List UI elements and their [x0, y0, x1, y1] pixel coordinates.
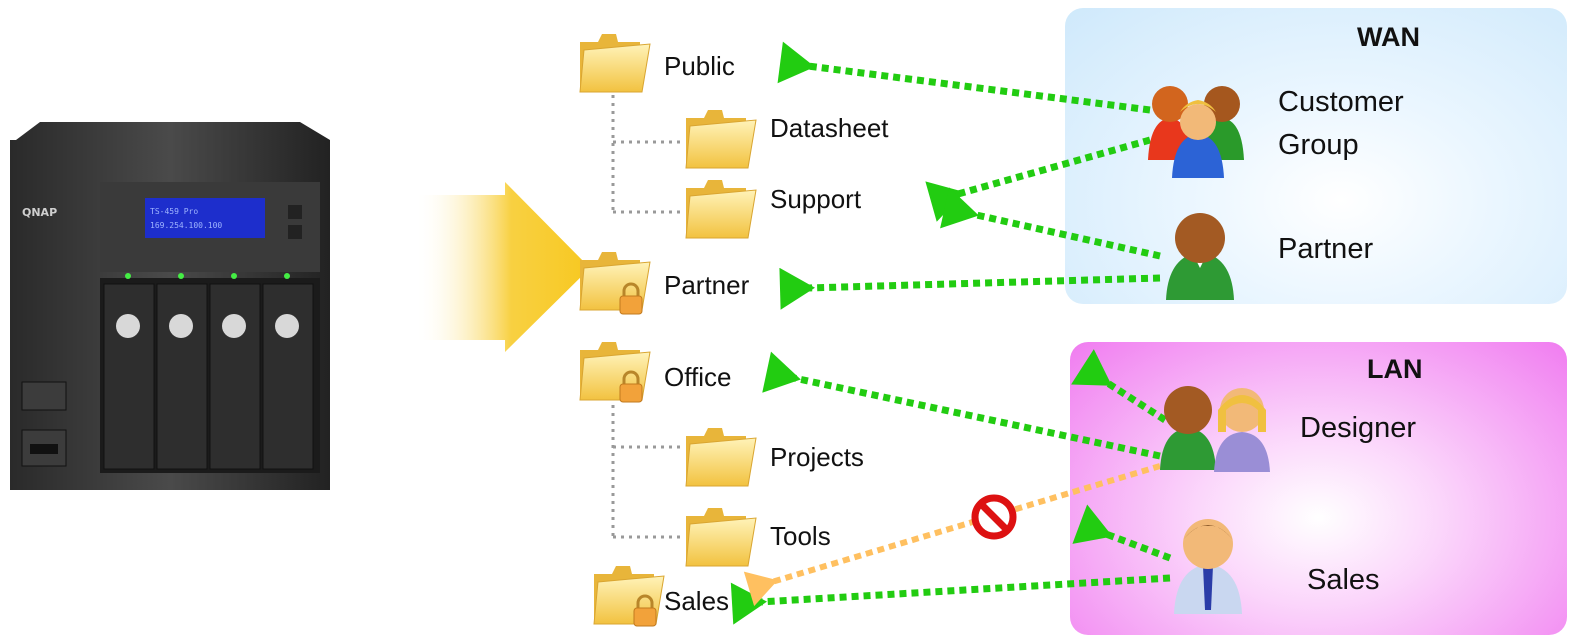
arrow-sales-sales — [730, 574, 1171, 625]
designer-label: Designer — [1300, 412, 1417, 444]
customer-group-label-line1: Customer — [1278, 86, 1404, 118]
folder-icon[interactable] — [685, 427, 757, 487]
arrow-partner-partner — [779, 267, 1161, 310]
folder-icon[interactable] — [685, 179, 757, 239]
folder-icon[interactable] — [685, 507, 757, 567]
user-group-icon — [1148, 86, 1244, 178]
nas-brand: QNAP — [22, 206, 57, 219]
folder-tools-label[interactable]: Tools — [770, 521, 831, 552]
folder-datasheet-label[interactable]: Datasheet — [770, 113, 889, 144]
no-entry-icon — [971, 494, 1017, 540]
big-arrow-icon — [415, 182, 590, 352]
folder-projects-label[interactable]: Projects — [770, 442, 864, 473]
nas-lcd-line1: TS-459 Pro — [150, 207, 198, 216]
user-icon — [1166, 213, 1234, 300]
sales-label: Sales — [1307, 564, 1380, 596]
arrow-customer-public — [777, 41, 1151, 114]
customer-group-label-line2: Group — [1278, 129, 1359, 161]
arrow-designer-lan — [1071, 349, 1167, 423]
folder-support-label[interactable]: Support — [770, 184, 861, 215]
folder-sales-label[interactable]: Sales — [664, 586, 729, 617]
arrow-customer-support — [925, 136, 1151, 222]
nas-device-icon — [10, 122, 330, 490]
user-group-icon — [1160, 386, 1270, 472]
partner-label: Partner — [1278, 233, 1374, 265]
nas-lcd-line2: 169.254.100.100 — [150, 221, 222, 230]
folder-office-label[interactable]: Office — [664, 362, 731, 393]
arrow-partner-support — [940, 187, 1161, 260]
lcd-screen — [145, 198, 265, 238]
arrow-sales-lan — [1072, 504, 1172, 562]
folder-partner-label[interactable]: Partner — [664, 270, 749, 301]
folder-icon[interactable] — [685, 109, 757, 169]
user-icon — [1174, 519, 1242, 614]
folder-icon[interactable] — [579, 33, 651, 93]
folder-public-label[interactable]: Public — [664, 51, 735, 82]
tree-lines — [611, 95, 682, 539]
